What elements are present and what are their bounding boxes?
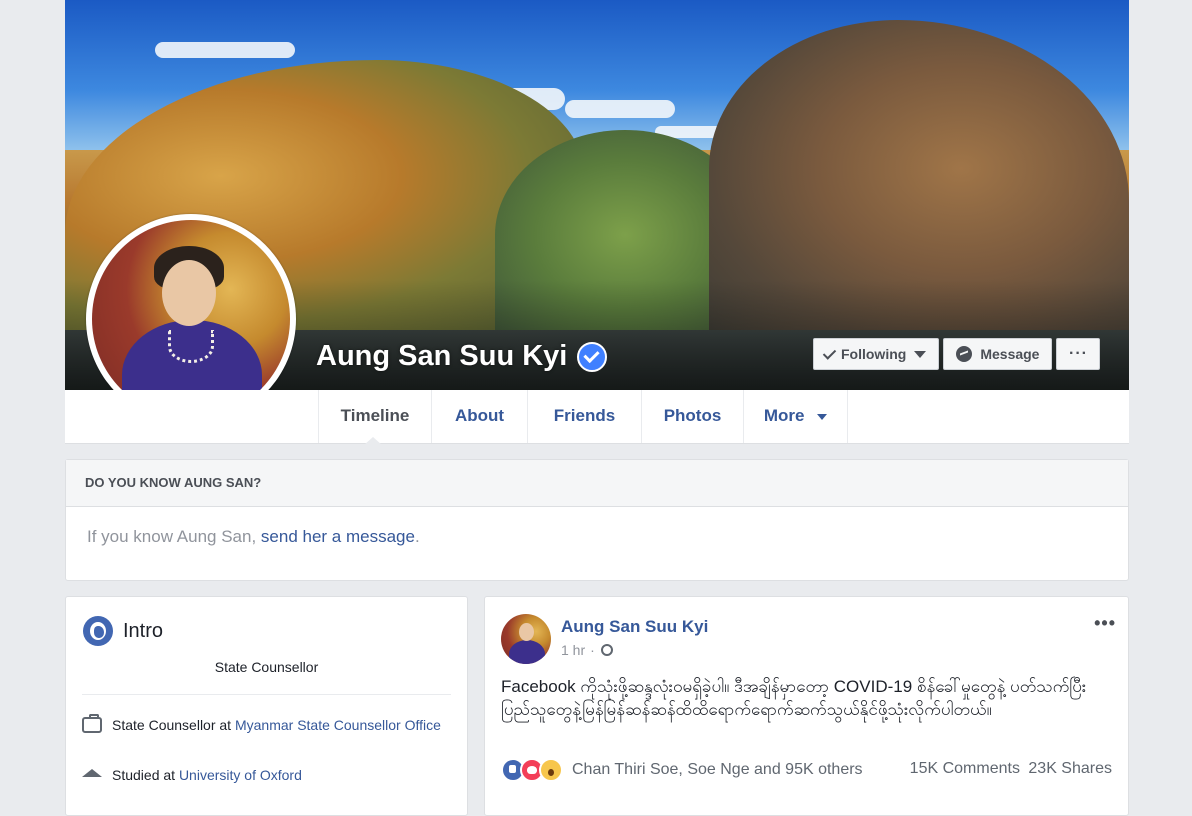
comments-count[interactable]: 15K Comments — [910, 760, 1020, 777]
tab-timeline[interactable]: Timeline — [318, 390, 431, 443]
intro-work-row: State Counsellor at Myanmar State Counse… — [82, 714, 447, 735]
caret-down-icon — [817, 413, 828, 420]
intro-study-prefix: Studied at — [112, 767, 179, 783]
message-button[interactable]: Message — [943, 338, 1053, 370]
graduation-cap-icon — [82, 769, 102, 777]
do-you-know-suffix: . — [414, 527, 420, 546]
messenger-icon — [956, 346, 973, 362]
post-meta-separator: · — [590, 642, 595, 658]
post-counts: 15K Comments 23K Shares — [906, 760, 1112, 778]
tab-label: More — [763, 406, 805, 425]
profile-name[interactable]: Aung San Suu Kyi — [316, 340, 608, 373]
post-text: Facebook ကိုသုံးဖို့ဆန္ဒလုံးဝမရှိခဲ့ပါ။ … — [501, 677, 1087, 719]
globe-icon — [83, 616, 113, 646]
checkmark-icon — [822, 345, 837, 360]
do-you-know-heading: DO YOU KNOW AUNG SAN? — [66, 460, 1128, 507]
tab-friends[interactable]: Friends — [527, 390, 641, 443]
public-audience-icon[interactable] — [600, 644, 613, 656]
intro-work-prefix: State Counsellor at — [112, 717, 235, 733]
intro-divider — [82, 694, 451, 695]
cover-cloud — [155, 42, 295, 58]
send-message-link[interactable]: send her a message — [261, 527, 415, 546]
tab-label: Timeline — [340, 406, 410, 425]
post-options-icon[interactable]: ••• — [1094, 613, 1116, 634]
post-reactions[interactable]: Chan Thiri Soe, Soe Nge and 95K others — [501, 758, 863, 782]
more-options-button[interactable]: ··· — [1056, 338, 1101, 370]
cover-actions: Following Message ··· — [813, 338, 1104, 370]
post-timestamp[interactable]: 1 hr — [561, 642, 585, 658]
profile-picture-image — [92, 220, 290, 418]
active-tab-indicator — [364, 437, 382, 445]
tab-photos[interactable]: Photos — [641, 390, 743, 443]
intro-education-text: Studied at University of Oxford — [112, 765, 302, 785]
following-label: Following — [841, 346, 907, 362]
cover-cloud — [565, 100, 675, 118]
intro-card: Intro State Counsellor State Counsellor … — [65, 596, 468, 816]
more-options-icon: ··· — [1069, 345, 1088, 362]
intro-education-row: Studied at University of Oxford — [82, 765, 447, 785]
do-you-know-prefix: If you know Aung San, — [87, 527, 261, 546]
wow-reaction-icon — [539, 758, 563, 782]
tab-label: About — [454, 406, 505, 425]
message-label: Message — [980, 346, 1040, 362]
caret-down-icon — [914, 350, 927, 358]
work-link[interactable]: Myanmar State Counsellor Office — [235, 717, 441, 733]
tab-about[interactable]: About — [431, 390, 527, 443]
education-link[interactable]: University of Oxford — [179, 767, 302, 783]
tab-label: Photos — [663, 406, 722, 425]
shares-count[interactable]: 23K Shares — [1028, 760, 1112, 777]
post-card: Aung San Suu Kyi 1 hr · ••• Facebook ကို… — [484, 596, 1129, 816]
intro-heading: Intro — [83, 616, 163, 646]
tab-label: Friends — [553, 406, 616, 425]
do-you-know-text: If you know Aung San, send her a message… — [66, 507, 1128, 547]
do-you-know-card: DO YOU KNOW AUNG SAN? If you know Aung S… — [65, 459, 1129, 581]
intro-bio: State Counsellor — [214, 659, 319, 675]
post-meta: 1 hr · — [561, 642, 613, 658]
profile-nav: Timeline About Friends Photos More — [65, 390, 1129, 444]
intro-work-text: State Counsellor at Myanmar State Counse… — [112, 715, 441, 735]
intro-title: Intro — [123, 619, 164, 642]
following-button[interactable]: Following — [813, 338, 940, 370]
profile-name-text[interactable]: Aung San Suu Kyi — [316, 340, 567, 373]
post-author-name[interactable]: Aung San Suu Kyi — [561, 617, 708, 637]
briefcase-icon — [82, 714, 102, 733]
reactions-names[interactable]: Chan Thiri Soe, Soe Nge and 95K others — [572, 761, 863, 779]
post-author-avatar[interactable] — [501, 614, 551, 664]
verified-badge-icon — [577, 341, 608, 372]
tab-more[interactable]: More — [743, 390, 848, 443]
